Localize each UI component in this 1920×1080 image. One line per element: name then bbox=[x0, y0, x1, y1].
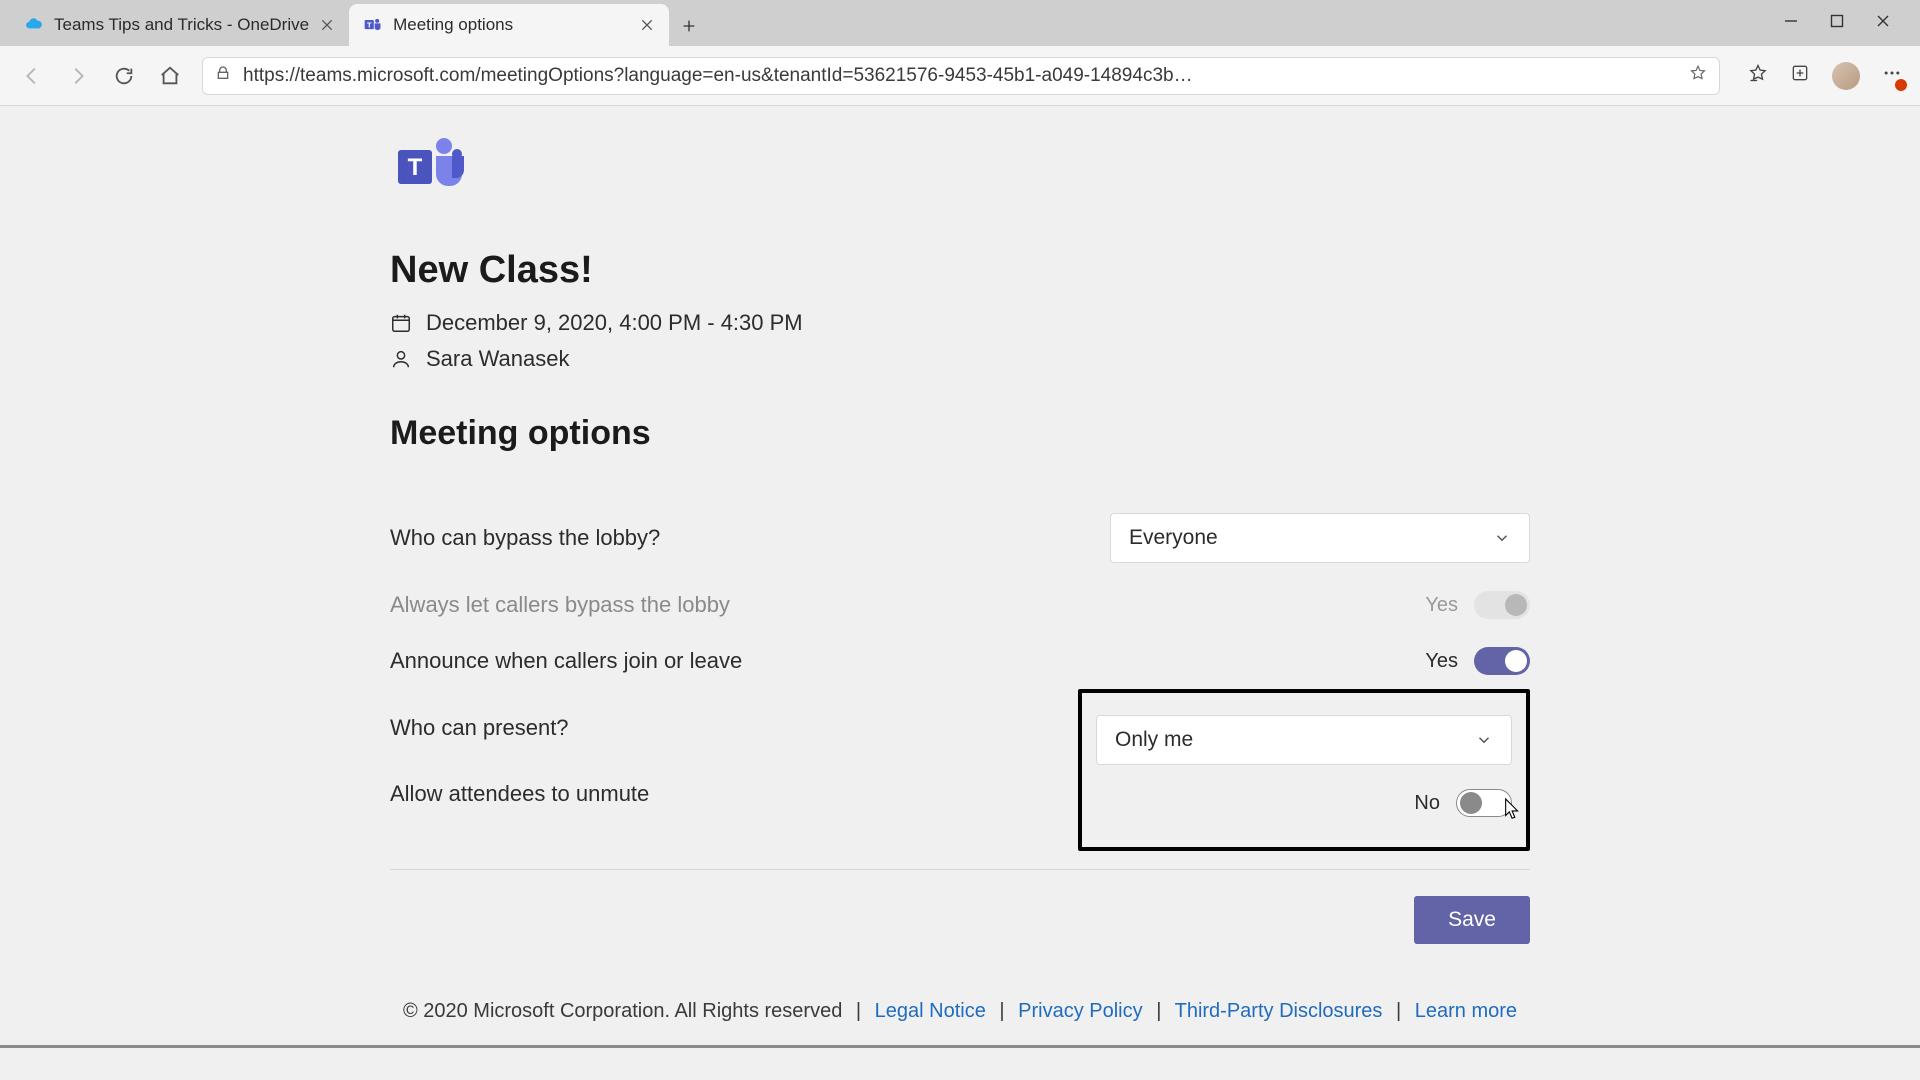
bottom-border bbox=[0, 1045, 1920, 1048]
option-callers-bypass: Always let callers bypass the lobby Yes bbox=[390, 577, 1530, 633]
option-label: Allow attendees to unmute bbox=[390, 781, 649, 807]
meeting-datetime: December 9, 2020, 4:00 PM - 4:30 PM bbox=[426, 310, 803, 336]
new-tab-button[interactable] bbox=[669, 6, 709, 46]
window-controls bbox=[1784, 0, 1910, 46]
maximize-button[interactable] bbox=[1830, 14, 1844, 33]
section-title: Meeting options bbox=[390, 414, 1530, 453]
minimize-button[interactable] bbox=[1784, 14, 1798, 33]
home-button[interactable] bbox=[156, 62, 184, 90]
copyright: © 2020 Microsoft Corporation. All Rights… bbox=[403, 1000, 842, 1022]
more-button[interactable] bbox=[1882, 63, 1902, 88]
option-present: Who can present? bbox=[390, 689, 1078, 755]
option-bypass-lobby: Who can bypass the lobby? Everyone bbox=[390, 499, 1530, 577]
browser-toolbar: https://teams.microsoft.com/meetingOptio… bbox=[0, 46, 1920, 106]
svg-text:T: T bbox=[367, 21, 372, 30]
collections-button[interactable] bbox=[1790, 63, 1810, 88]
url-text: https://teams.microsoft.com/meetingOptio… bbox=[243, 65, 1677, 87]
option-announce: Announce when callers join or leave Yes bbox=[390, 633, 1530, 689]
option-label: Always let callers bypass the lobby bbox=[390, 592, 730, 618]
chevron-down-icon bbox=[1493, 529, 1511, 547]
calendar-icon bbox=[390, 312, 412, 334]
select-value: Only me bbox=[1115, 728, 1193, 752]
tab-title: Teams Tips and Tricks - OneDrive bbox=[54, 15, 309, 35]
legal-link[interactable]: Legal Notice bbox=[875, 1000, 986, 1022]
teams-logo-icon: T bbox=[394, 134, 466, 200]
toolbar-right bbox=[1748, 62, 1902, 90]
meeting-organizer-row: Sara Wanasek bbox=[390, 346, 1530, 372]
refresh-button[interactable] bbox=[110, 62, 138, 90]
learn-more-link[interactable]: Learn more bbox=[1415, 1000, 1517, 1022]
callers-bypass-toggle bbox=[1474, 591, 1530, 619]
profile-avatar[interactable] bbox=[1832, 62, 1860, 90]
option-label: Who can present? bbox=[390, 715, 569, 741]
meeting-organizer: Sara Wanasek bbox=[426, 346, 569, 372]
option-label: Announce when callers join or leave bbox=[390, 648, 742, 674]
privacy-link[interactable]: Privacy Policy bbox=[1018, 1000, 1142, 1022]
address-bar[interactable]: https://teams.microsoft.com/meetingOptio… bbox=[202, 57, 1720, 95]
tab-title: Meeting options bbox=[393, 15, 629, 35]
option-unmute: Allow attendees to unmute bbox=[390, 755, 1078, 821]
meeting-datetime-row: December 9, 2020, 4:00 PM - 4:30 PM bbox=[390, 310, 1530, 336]
bypass-lobby-select[interactable]: Everyone bbox=[1110, 513, 1530, 563]
footer: © 2020 Microsoft Corporation. All Rights… bbox=[390, 1000, 1530, 1031]
toggle-value-label: Yes bbox=[1425, 650, 1458, 673]
page: T New Class! December 9, 2020, 4:00 PM -… bbox=[0, 106, 1920, 1080]
browser-chrome: Teams Tips and Tricks - OneDrive T Meeti… bbox=[0, 0, 1920, 106]
favorite-button[interactable] bbox=[1689, 64, 1707, 87]
option-label: Who can bypass the lobby? bbox=[390, 525, 660, 551]
meeting-title: New Class! bbox=[390, 249, 1530, 292]
close-icon[interactable] bbox=[639, 17, 655, 33]
onedrive-icon bbox=[24, 15, 44, 35]
tab-strip: Teams Tips and Tricks - OneDrive T Meeti… bbox=[0, 0, 1920, 46]
favorites-list-button[interactable] bbox=[1748, 63, 1768, 88]
content: T New Class! December 9, 2020, 4:00 PM -… bbox=[390, 106, 1530, 1031]
save-button[interactable]: Save bbox=[1414, 896, 1530, 944]
tab-meeting-options[interactable]: T Meeting options bbox=[349, 4, 669, 46]
teams-icon: T bbox=[363, 15, 383, 35]
toggle-value-label: No bbox=[1414, 792, 1440, 815]
announce-toggle[interactable] bbox=[1474, 647, 1530, 675]
forward-button[interactable] bbox=[64, 62, 92, 90]
divider bbox=[390, 869, 1530, 870]
unmute-toggle[interactable] bbox=[1456, 789, 1512, 817]
select-value: Everyone bbox=[1129, 526, 1218, 550]
back-button[interactable] bbox=[18, 62, 46, 90]
highlight-box: Only me No bbox=[1078, 689, 1530, 851]
lock-icon bbox=[215, 65, 231, 86]
notification-badge-icon bbox=[1895, 79, 1907, 91]
chevron-down-icon bbox=[1475, 731, 1493, 749]
toggle-value-label: Yes bbox=[1425, 594, 1458, 617]
third-party-link[interactable]: Third-Party Disclosures bbox=[1175, 1000, 1383, 1022]
close-window-button[interactable] bbox=[1876, 14, 1890, 33]
svg-text:T: T bbox=[408, 154, 423, 181]
person-icon bbox=[390, 348, 412, 370]
tab-onedrive[interactable]: Teams Tips and Tricks - OneDrive bbox=[10, 4, 349, 46]
present-select[interactable]: Only me bbox=[1096, 715, 1512, 765]
close-icon[interactable] bbox=[319, 17, 335, 33]
